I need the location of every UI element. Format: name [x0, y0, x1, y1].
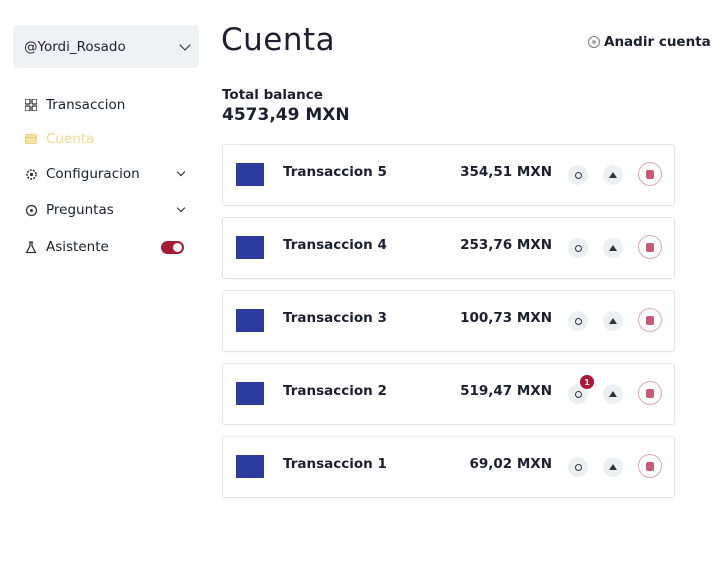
transaction-amount: 69,02 MXN	[469, 456, 552, 472]
trash-icon	[646, 388, 654, 398]
add-account-button[interactable]: Anadir cuenta	[588, 34, 711, 50]
add-circle-icon	[588, 36, 600, 48]
delete-button[interactable]	[638, 454, 662, 478]
transaction-name: Transaccion 5	[283, 164, 387, 180]
view-button[interactable]	[568, 311, 588, 331]
sidebar-item-label: Configuracion	[46, 166, 140, 182]
account-name: @Yordi_Rosado	[24, 38, 126, 55]
add-account-label: Anadir cuenta	[604, 34, 711, 50]
wallet-icon	[24, 132, 38, 146]
sidebar-item-label: Preguntas	[46, 202, 114, 218]
upload-button[interactable]	[603, 311, 623, 331]
chevron-down-icon	[176, 167, 186, 177]
trash-icon	[646, 242, 654, 252]
eye-icon	[574, 317, 582, 325]
sidebar-item-configuracion[interactable]: Configuracion	[24, 163, 186, 185]
sidebar-item-asistente[interactable]: Asistente	[24, 236, 184, 258]
balance-label: Total balance	[222, 87, 323, 103]
gear-icon	[24, 167, 38, 181]
delete-button[interactable]	[638, 162, 662, 186]
upload-icon	[609, 172, 617, 178]
eye-icon	[574, 244, 582, 252]
delete-button[interactable]	[638, 235, 662, 259]
transaction-row: Transaccion 3 100,73 MXN	[222, 290, 675, 352]
sidebar-item-preguntas[interactable]: Preguntas	[24, 199, 186, 221]
sidebar-item-label: Cuenta	[46, 131, 95, 147]
view-button[interactable]	[568, 238, 588, 258]
transaction-row: Transaccion 1 69,02 MXN	[222, 436, 675, 498]
grid-icon	[24, 98, 38, 112]
account-selector[interactable]: @Yordi_Rosado	[13, 25, 199, 68]
upload-icon	[609, 391, 617, 397]
upload-icon	[609, 318, 617, 324]
transaction-thumbnail	[236, 382, 264, 405]
transaction-thumbnail	[236, 455, 264, 478]
sidebar-item-label: Asistente	[46, 239, 109, 255]
transaction-amount: 354,51 MXN	[460, 164, 552, 180]
transaction-row: Transaccion 2 519,47 MXN 1	[222, 363, 675, 425]
view-button[interactable]	[568, 457, 588, 477]
sidebar-item-label: Transaccion	[46, 97, 126, 113]
transaction-name: Transaccion 3	[283, 310, 387, 326]
sidebar-item-transaccion[interactable]: Transaccion	[24, 94, 184, 116]
transaction-name: Transaccion 1	[283, 456, 387, 472]
upload-button[interactable]	[603, 457, 623, 477]
notification-badge: 1	[580, 375, 594, 389]
upload-button[interactable]	[603, 238, 623, 258]
assistant-toggle[interactable]	[161, 240, 184, 254]
chevron-down-icon	[176, 203, 186, 213]
trash-icon	[646, 169, 654, 179]
transaction-thumbnail	[236, 236, 264, 259]
balance-value: 4573,49 MXN	[222, 105, 350, 125]
sidebar-item-cuenta[interactable]: Cuenta	[24, 128, 184, 150]
upload-icon	[609, 464, 617, 470]
trash-icon	[646, 461, 654, 471]
transaction-thumbnail	[236, 309, 264, 332]
transaction-row: Transaccion 5 354,51 MXN	[222, 144, 675, 206]
question-icon	[24, 203, 38, 217]
flask-icon	[24, 240, 38, 254]
transaction-row: Transaccion 4 253,76 MXN	[222, 217, 675, 279]
transaction-thumbnail	[236, 163, 264, 186]
transaction-amount: 100,73 MXN	[460, 310, 552, 326]
page-title: Cuenta	[221, 22, 336, 58]
view-button[interactable]	[568, 165, 588, 185]
delete-button[interactable]	[638, 381, 662, 405]
trash-icon	[646, 315, 654, 325]
eye-icon	[574, 463, 582, 471]
eye-icon	[574, 171, 582, 179]
upload-button[interactable]	[603, 384, 623, 404]
transaction-amount: 519,47 MXN	[460, 383, 552, 399]
delete-button[interactable]	[638, 308, 662, 332]
eye-icon	[574, 390, 582, 398]
transaction-name: Transaccion 4	[283, 237, 387, 253]
upload-icon	[609, 245, 617, 251]
transaction-amount: 253,76 MXN	[460, 237, 552, 253]
upload-button[interactable]	[603, 165, 623, 185]
chevron-down-icon	[179, 38, 191, 51]
transaction-name: Transaccion 2	[283, 383, 387, 399]
